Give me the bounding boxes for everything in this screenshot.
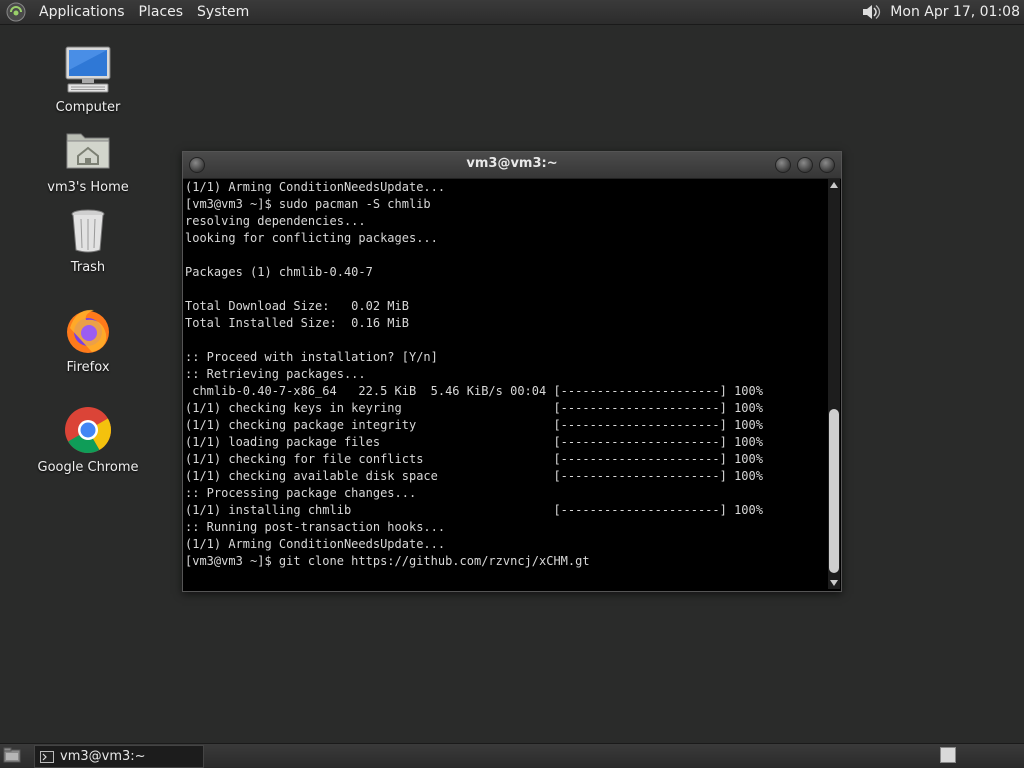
terminal-line: (1/1) installing chmlib [---------------…: [185, 503, 763, 517]
terminal-line: (1/1) loading package files [-----------…: [185, 435, 763, 449]
terminal-line: [vm3@vm3 ~]$ sudo pacman -S chmlib: [185, 197, 431, 211]
terminal-line: :: Processing package changes...: [185, 486, 417, 500]
taskbar-item-terminal[interactable]: vm3@vm3:~: [34, 745, 204, 768]
terminal-line: (1/1) checking available disk space [---…: [185, 469, 763, 483]
terminal-line: looking for conflicting packages...: [185, 231, 438, 245]
chrome-icon: [65, 407, 111, 453]
show-desktop-icon[interactable]: [3, 747, 21, 764]
scroll-thumb[interactable]: [829, 409, 839, 573]
terminal-line: (1/1) Arming ConditionNeedsUpdate...: [185, 180, 446, 194]
desktop-icon-trash[interactable]: Trash: [33, 204, 143, 275]
desktop-icon-home[interactable]: vm3's Home: [33, 124, 143, 195]
terminal-line: (1/1) Arming ConditionNeedsUpdate...: [185, 537, 446, 551]
terminal-line: (1/1) checking for file conflicts [-----…: [185, 452, 763, 466]
terminal-line: (1/1) checking keys in keyring [--------…: [185, 401, 763, 415]
menu-places[interactable]: Places: [132, 0, 191, 24]
distro-logo-icon[interactable]: [6, 2, 26, 22]
desktop-icon-computer[interactable]: Computer: [33, 44, 143, 115]
terminal-line: :: Retrieving packages...: [185, 367, 366, 381]
bottom-panel: vm3@vm3:~: [0, 743, 1024, 768]
terminal-line: :: Running post-transaction hooks...: [185, 520, 446, 534]
top-panel: Applications Places System Mon Apr 17, 0…: [0, 0, 1024, 25]
terminal-line: chmlib-0.40-7-x86_64 22.5 KiB 5.46 KiB/s…: [185, 384, 763, 398]
window-titlebar[interactable]: vm3@vm3:~: [183, 152, 841, 179]
desktop-icon-firefox[interactable]: Firefox: [33, 304, 143, 375]
scroll-up-arrow-icon[interactable]: [830, 182, 838, 188]
desktop-icon-label: vm3's Home: [47, 180, 129, 195]
terminal-line: Packages (1) chmlib-0.40-7: [185, 265, 373, 279]
terminal-line: resolving dependencies...: [185, 214, 366, 228]
window-title: vm3@vm3:~: [466, 156, 558, 171]
volume-icon[interactable]: [860, 2, 882, 22]
menu-applications[interactable]: Applications: [32, 0, 132, 24]
menu-system[interactable]: System: [190, 0, 256, 24]
terminal-line: (1/1) checking package integrity [------…: [185, 418, 763, 432]
terminal-line: [vm3@vm3 ~]$ git clone https://github.co…: [185, 554, 590, 568]
trash-icon: [71, 209, 105, 253]
terminal-line: :: Proceed with installation? [Y/n]: [185, 350, 438, 364]
scroll-down-arrow-icon[interactable]: [830, 580, 838, 586]
scrollbar[interactable]: [828, 179, 840, 589]
computer-icon: [65, 46, 111, 93]
workspace-switcher[interactable]: [940, 747, 956, 763]
close-button[interactable]: [819, 157, 835, 173]
taskbar-item-label: vm3@vm3:~: [60, 749, 146, 764]
clock[interactable]: Mon Apr 17, 01:08: [890, 4, 1020, 20]
home-folder-icon: [66, 133, 110, 169]
minimize-button[interactable]: [775, 157, 791, 173]
desktop-icon-label: Google Chrome: [37, 460, 139, 475]
terminal-window[interactable]: vm3@vm3:~ (1/1) Arming ConditionNeedsUpd…: [182, 151, 842, 592]
terminal-icon: [40, 750, 54, 763]
firefox-icon: [67, 309, 109, 353]
desktop-icon-label: Trash: [70, 260, 106, 275]
terminal-line: Total Installed Size: 0.16 MiB: [185, 316, 409, 330]
desktop-icon-label: Firefox: [66, 360, 110, 375]
desktop-icon-chrome[interactable]: Google Chrome: [33, 404, 143, 475]
maximize-button[interactable]: [797, 157, 813, 173]
terminal-output[interactable]: (1/1) Arming ConditionNeedsUpdate... [vm3…: [185, 179, 825, 589]
top-panel-tray: Mon Apr 17, 01:08: [860, 0, 1020, 24]
terminal-line: Total Download Size: 0.02 MiB: [185, 299, 409, 313]
desktop-icon-label: Computer: [55, 100, 121, 115]
